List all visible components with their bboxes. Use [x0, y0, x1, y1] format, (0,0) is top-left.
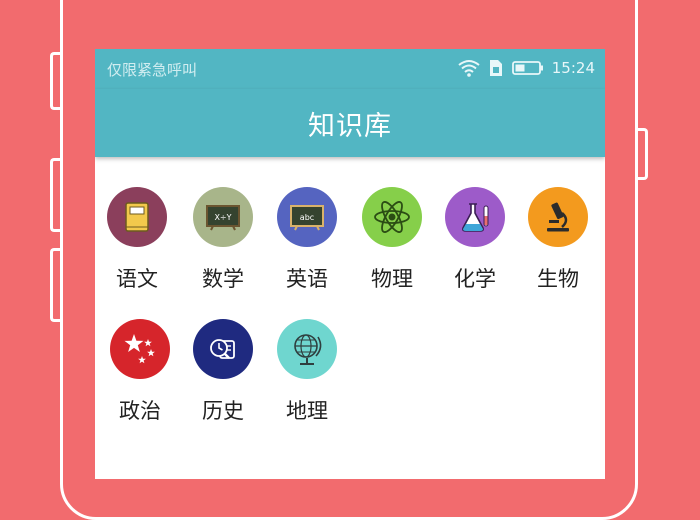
chalkboard-icon: abc [277, 187, 337, 247]
chalkboard-icon: X÷Y [193, 187, 253, 247]
subject-label: 数学 [202, 267, 244, 291]
subject-label: 生物 [537, 267, 579, 291]
atom-icon [362, 187, 422, 247]
history-icon [193, 319, 253, 379]
phone-side-button [50, 52, 60, 110]
subject-item-math[interactable]: X÷Y 数学 [183, 187, 263, 293]
subject-label: 化学 [454, 267, 496, 291]
globe-icon [277, 319, 337, 379]
status-bar: 仅限紧急呼叫 15:24 [95, 49, 605, 89]
app-bar: 知识库 [95, 89, 605, 157]
subject-item-chinese[interactable]: 语文 [97, 187, 177, 293]
carrier-text: 仅限紧急呼叫 [107, 61, 198, 79]
flask-icon [445, 187, 505, 247]
subject-item-geography[interactable]: 地理 [267, 319, 347, 425]
subject-label: 地理 [286, 399, 328, 423]
subject-item-politics[interactable]: 政治 [100, 319, 180, 425]
subject-label: 英语 [286, 267, 328, 291]
subject-label: 物理 [371, 267, 413, 291]
sim-icon [488, 59, 504, 77]
book-icon [107, 187, 167, 247]
subject-item-chemistry[interactable]: 化学 [435, 187, 515, 293]
clock: 15:24 [551, 59, 595, 77]
subject-label: 政治 [119, 399, 161, 423]
phone-side-button [50, 248, 60, 322]
page-title: 知识库 [308, 110, 392, 142]
subject-item-physics[interactable]: 物理 [352, 187, 432, 293]
subject-label: 语文 [116, 267, 158, 291]
star-flag-icon [110, 319, 170, 379]
wifi-icon [458, 59, 480, 77]
subject-label: 历史 [202, 399, 244, 423]
subject-item-english[interactable]: abc 英语 [267, 187, 347, 293]
subject-item-history[interactable]: 历史 [183, 319, 263, 425]
subject-item-biology[interactable]: 生物 [518, 187, 598, 293]
phone-side-button [638, 128, 648, 180]
microscope-icon [528, 187, 588, 247]
battery-icon [511, 60, 544, 76]
phone-side-button [50, 158, 60, 232]
phone-screen: 仅限紧急呼叫 15:24 知识库 语文 X÷Y 数学 abc 英语 物理 化学 … [95, 49, 605, 479]
svg-text:X÷Y: X÷Y [214, 213, 231, 222]
svg-text:abc: abc [300, 213, 314, 222]
status-icons: 15:24 [458, 59, 595, 77]
